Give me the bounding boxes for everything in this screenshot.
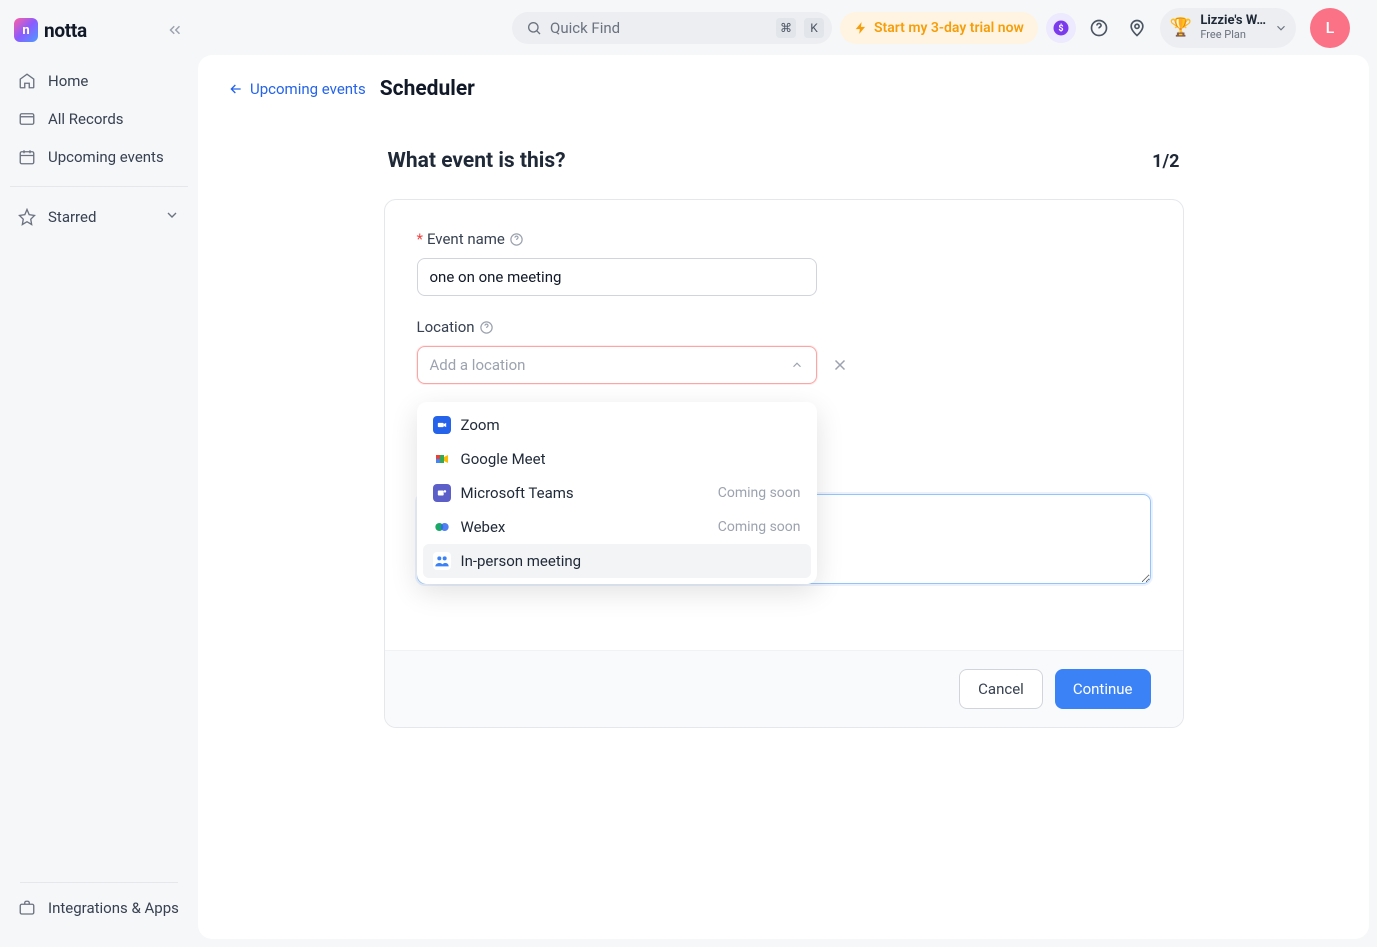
logo-icon: n (14, 18, 38, 42)
form-heading: What event is this? (388, 149, 566, 173)
records-icon (18, 110, 36, 128)
arrow-left-icon (228, 81, 244, 97)
back-link-label: Upcoming events (250, 80, 366, 98)
sidebar-item-label: Integrations & Apps (48, 899, 179, 917)
sidebar-item-starred[interactable]: Starred (10, 197, 188, 237)
search-placeholder: Quick Find (550, 19, 768, 37)
dropdown-item-zoom[interactable]: Zoom (423, 408, 811, 442)
sidebar-item-upcoming-events[interactable]: Upcoming events (10, 138, 188, 176)
coming-soon-badge: Coming soon (718, 519, 801, 535)
logo-text: notta (44, 19, 87, 42)
avatar[interactable]: L (1310, 8, 1350, 48)
sidebar-item-label: Upcoming events (48, 148, 164, 166)
kbd-cmd: ⌘ (776, 18, 796, 38)
form-card: * Event name Location (384, 199, 1184, 728)
help-circle-icon[interactable] (509, 232, 524, 247)
sidebar-item-all-records[interactable]: All Records (10, 100, 188, 138)
google-meet-icon (433, 450, 451, 468)
dropdown-item-webex: Webex Coming soon (423, 510, 811, 544)
briefcase-icon (18, 899, 36, 917)
collapse-sidebar-icon[interactable] (166, 21, 184, 39)
sidebar: n notta Home All Records Upcoming events (0, 0, 198, 947)
teams-icon (433, 484, 451, 502)
trial-label: Start my 3-day trial now (874, 20, 1024, 36)
bolt-icon (854, 21, 868, 35)
dropdown-item-label: Webex (461, 518, 506, 536)
page-title: Scheduler (380, 77, 475, 101)
zoom-icon (433, 416, 451, 434)
dropdown-item-label: Microsoft Teams (461, 484, 574, 502)
help-circle-icon[interactable] (479, 320, 494, 335)
sidebar-item-label: All Records (48, 110, 124, 128)
required-indicator: * (417, 230, 423, 248)
chevron-down-icon (1274, 21, 1288, 35)
step-indicator: 1/2 (1152, 151, 1179, 172)
event-name-label: Event name (427, 230, 505, 248)
divider (20, 882, 178, 883)
billing-icon[interactable]: $ (1046, 13, 1076, 43)
webex-icon (433, 518, 451, 536)
clear-location-button[interactable] (831, 356, 849, 374)
cancel-button[interactable]: Cancel (959, 669, 1043, 709)
home-icon (18, 72, 36, 90)
divider (10, 186, 188, 187)
continue-button[interactable]: Continue (1055, 669, 1151, 709)
help-icon[interactable] (1084, 13, 1114, 43)
dropdown-item-label: Zoom (461, 416, 500, 434)
back-link[interactable]: Upcoming events (228, 80, 366, 98)
dropdown-item-teams: Microsoft Teams Coming soon (423, 476, 811, 510)
dropdown-item-in-person[interactable]: In-person meeting (423, 544, 811, 578)
people-icon (433, 552, 451, 570)
location-dropdown: Zoom Google Meet (417, 402, 817, 584)
topbar: Quick Find ⌘ K Start my 3-day trial now … (198, 0, 1377, 55)
search-icon (526, 20, 542, 36)
coming-soon-badge: Coming soon (718, 485, 801, 501)
sidebar-item-integrations[interactable]: Integrations & Apps (10, 889, 188, 927)
sidebar-item-home[interactable]: Home (10, 62, 188, 100)
trophy-icon: 🏆 (1170, 17, 1192, 38)
dropdown-item-label: Google Meet (461, 450, 546, 468)
chevron-up-icon (790, 358, 804, 372)
dropdown-item-label: In-person meeting (461, 552, 582, 570)
workspace-plan: Free Plan (1200, 29, 1266, 41)
content: Upcoming events Scheduler What event is … (198, 55, 1369, 939)
search-input[interactable]: Quick Find ⌘ K (512, 12, 832, 44)
location-label: Location (417, 318, 475, 336)
chevron-down-icon (164, 207, 180, 227)
workspace-name: Lizzie's W… (1200, 14, 1266, 28)
kbd-k: K (804, 18, 824, 38)
location-select[interactable]: Add a location (417, 346, 817, 384)
location-icon[interactable] (1122, 13, 1152, 43)
workspace-selector[interactable]: 🏆 Lizzie's W… Free Plan (1160, 8, 1296, 48)
trial-button[interactable]: Start my 3-day trial now (840, 12, 1038, 44)
sidebar-item-label: Home (48, 72, 88, 90)
logo[interactable]: n notta (14, 18, 87, 42)
event-name-input[interactable] (417, 258, 817, 296)
location-placeholder: Add a location (430, 356, 526, 374)
close-icon (831, 356, 849, 374)
star-icon (18, 208, 36, 226)
svg-text:$: $ (1058, 23, 1063, 34)
sidebar-item-label: Starred (48, 208, 96, 226)
calendar-icon (18, 148, 36, 166)
dropdown-item-google-meet[interactable]: Google Meet (423, 442, 811, 476)
